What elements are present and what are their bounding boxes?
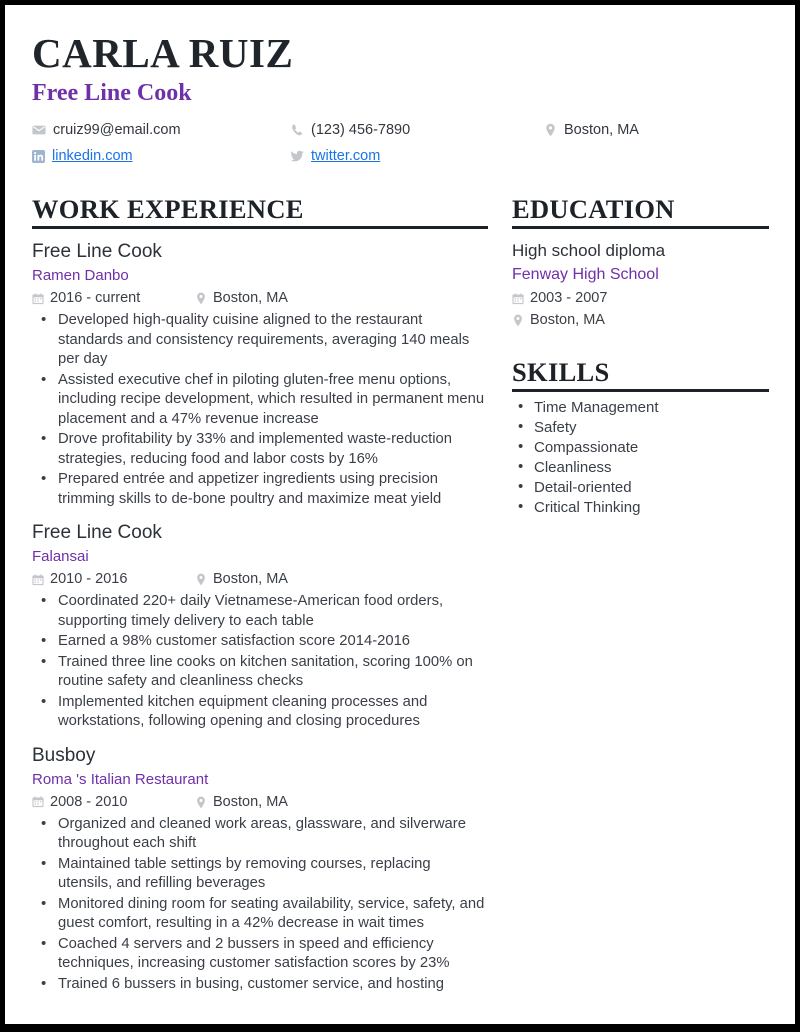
contact-block: cruiz99@email.com (123) 456-7890 Boston,… (32, 120, 769, 172)
resume-header: CARLA RUIZ Free Line Cook cruiz99@email.… (32, 31, 769, 172)
education-rule (512, 226, 769, 229)
work-entry-dates: 2008 - 2010 (32, 793, 195, 812)
skills-heading: SKILLS (512, 357, 610, 387)
list-item: Critical Thinking (512, 497, 769, 518)
work-entry-location-text: Boston, MA (213, 793, 288, 810)
work-entry-title: Busboy (32, 744, 96, 766)
work-entry-dates: 2010 - 2016 (32, 570, 195, 589)
work-entry-bullets: Organized and cleaned work areas, glassw… (32, 814, 488, 995)
education-dates-text: 2003 - 2007 (530, 290, 608, 306)
education-location-text: Boston, MA (530, 312, 605, 328)
linkedin-icon (32, 149, 45, 163)
list-item: Detail-oriented (512, 477, 769, 498)
envelope-icon (32, 123, 46, 137)
location-pin-icon (512, 314, 524, 327)
twitter-link[interactable]: twitter.com (311, 146, 380, 166)
list-item: Implemented kitchen equipment cleaning p… (32, 692, 488, 732)
contact-row-1: cruiz99@email.com (123) 456-7890 Boston,… (32, 120, 769, 146)
skills-list: Time Management Safety Compassionate Cle… (512, 397, 769, 518)
list-item: Monitored dining room for seating availa… (32, 894, 488, 934)
calendar-icon (32, 796, 44, 808)
location-pin-icon (195, 796, 207, 809)
contact-email: cruiz99@email.com (32, 120, 290, 140)
list-item: Compassionate (512, 437, 769, 458)
list-item: Trained three line cooks on kitchen sani… (32, 652, 488, 692)
list-item: Time Management (512, 397, 769, 418)
work-entry-meta: 2008 - 2010 Boston, MA (32, 793, 488, 812)
contact-linkedin[interactable]: linkedin.com (32, 146, 290, 166)
work-entry-org: Ramen Danbo (32, 267, 129, 284)
education-section: EDUCATION High school diploma Fenway Hig… (512, 194, 769, 330)
work-entry-location-text: Boston, MA (213, 571, 288, 587)
contact-location-text: Boston, MA (564, 122, 639, 138)
calendar-icon (32, 292, 44, 305)
list-item: Cleanliness (512, 457, 769, 478)
education-location: Boston, MA (512, 311, 769, 330)
resume-page: CARLA RUIZ Free Line Cook cruiz99@email.… (5, 5, 795, 1024)
education-dates: 2003 - 2007 (512, 289, 769, 308)
work-entry-meta: 2010 - 2016 Boston, MA (32, 570, 488, 589)
work-entry-dates-text: 2010 - 2016 (50, 571, 128, 587)
work-experience-heading: WORK EXPERIENCE (32, 194, 304, 224)
work-entry-location: Boston, MA (195, 570, 288, 589)
skills-section: SKILLS Time Management Safety Compassion… (512, 357, 769, 518)
work-entry-bullets: Coordinated 220+ daily Vietnamese-Americ… (32, 591, 488, 732)
headline-job-title: Free Line Cook (32, 80, 192, 106)
list-item: Safety (512, 417, 769, 438)
work-entry-location: Boston, MA (195, 793, 288, 812)
sidebar-column: EDUCATION High school diploma Fenway Hig… (512, 194, 769, 518)
list-item: Drove profitability by 33% and implement… (32, 429, 488, 469)
education-degree: High school diploma (512, 241, 666, 260)
contact-phone-text: (123) 456-7890 (311, 122, 411, 138)
location-pin-icon (195, 292, 207, 305)
work-entry-org: Roma 's Italian Restaurant (32, 770, 209, 788)
location-pin-icon (544, 123, 557, 137)
work-entry-dates: 2016 - current (32, 289, 195, 308)
work-entry-dates-text: 2008 - 2010 (50, 793, 128, 810)
phone-icon (290, 123, 304, 137)
education-meta: 2003 - 2007 Boston, MA (512, 289, 769, 330)
work-entry-title: Free Line Cook (32, 241, 162, 262)
work-entry-bullets: Developed high-quality cuisine aligned t… (32, 310, 488, 509)
contact-twitter[interactable]: twitter.com (290, 146, 544, 166)
work-experience-column: WORK EXPERIENCE Free Line Cook Ramen Dan… (32, 194, 488, 994)
contact-location: Boston, MA (544, 120, 769, 140)
list-item: Organized and cleaned work areas, glassw… (32, 814, 488, 854)
list-item: Maintained table settings by removing co… (32, 854, 488, 894)
page-title: CARLA RUIZ (32, 30, 294, 76)
list-item: Prepared entrée and appetizer ingredient… (32, 469, 488, 509)
work-entry-meta: 2016 - current Boston, MA (32, 289, 488, 308)
work-entry: Busboy Roma 's Italian Restaurant 2008 -… (32, 743, 488, 995)
work-entry-dates-text: 2016 - current (50, 290, 141, 306)
contact-phone: (123) 456-7890 (290, 120, 544, 140)
work-entry-location: Boston, MA (195, 289, 288, 308)
education-school: Fenway High School (512, 266, 659, 283)
calendar-icon (32, 573, 44, 586)
linkedin-link[interactable]: linkedin.com (52, 146, 133, 166)
education-heading: EDUCATION (512, 194, 675, 224)
list-item: Assisted executive chef in piloting glut… (32, 370, 488, 430)
work-experience-rule (32, 226, 488, 229)
contact-row-2: linkedin.com twitter.com (32, 146, 769, 172)
work-entry-title: Free Line Cook (32, 522, 162, 543)
calendar-icon (512, 292, 524, 305)
work-entry: Free Line Cook Falansai 2010 - 2016 Bost… (32, 520, 488, 732)
list-item: Coached 4 servers and 2 bussers in speed… (32, 934, 488, 974)
list-item: Earned a 98% customer satisfaction score… (32, 631, 488, 652)
contact-email-text: cruiz99@email.com (53, 122, 181, 138)
work-entry-location-text: Boston, MA (213, 290, 288, 306)
list-item: Developed high-quality cuisine aligned t… (32, 310, 488, 370)
skills-rule (512, 389, 769, 392)
list-item: Trained 6 bussers in busing, customer se… (32, 974, 488, 995)
work-entry: Free Line Cook Ramen Danbo 2016 - curren… (32, 239, 488, 509)
list-item: Coordinated 220+ daily Vietnamese-Americ… (32, 591, 488, 631)
twitter-icon (290, 150, 304, 163)
location-pin-icon (195, 573, 207, 586)
work-entry-org: Falansai (32, 548, 89, 565)
